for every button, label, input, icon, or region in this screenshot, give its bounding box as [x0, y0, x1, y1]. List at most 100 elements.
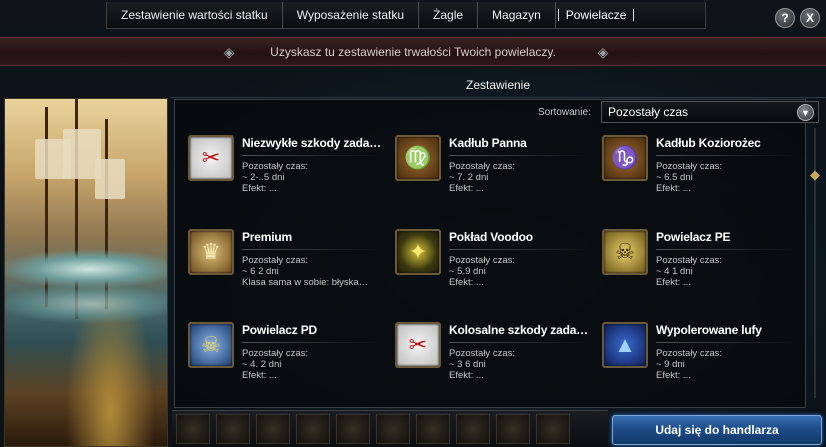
- time-label: Pozostały czas:: [656, 255, 722, 266]
- colossal-damage-icon: ✂: [395, 322, 441, 368]
- multiplier-item[interactable]: ✂ Kolosalne szkody zada… Pozostały czas:…: [381, 322, 589, 408]
- multiplier-item[interactable]: ▲ Wypolerowane lufy Pozostały czas: ~ 9 …: [588, 322, 796, 408]
- voodoo-icon: ✦: [395, 229, 441, 275]
- chevron-down-icon[interactable]: ▼: [797, 104, 814, 121]
- time-label: Pozostały czas:: [242, 161, 308, 172]
- sort-label: Sortowanie:: [538, 107, 591, 118]
- time-label: Pozostały czas:: [449, 348, 515, 359]
- inventory-slot[interactable]: [336, 414, 370, 444]
- time-label: Pozostały czas:: [449, 161, 515, 172]
- effect-text: Efekt: ...: [242, 370, 277, 381]
- skull-blue-icon: ☠: [188, 322, 234, 368]
- effect-text: Efekt: ...: [449, 183, 484, 194]
- multiplier-item[interactable]: ♛ Premium Pozostały czas: ~ 6 2 dni Klas…: [174, 229, 382, 315]
- divider: [242, 155, 382, 156]
- damage-icon: ✂: [188, 135, 234, 181]
- inventory-bar: [172, 410, 608, 447]
- virgo-icon: ♍: [395, 135, 441, 181]
- item-name: Kadłub Panna: [449, 136, 527, 150]
- time-label: Pozostały czas:: [656, 161, 722, 172]
- divider: [449, 249, 589, 250]
- polished-barrel-icon: ▲: [602, 322, 648, 368]
- sort-selected-value: Pozostały czas: [608, 105, 689, 119]
- tab-multipliers[interactable]: Powielacze: [556, 2, 637, 28]
- effect-text: Efekt: ...: [656, 183, 691, 194]
- tab-bar: Zestawienie wartości statku Wyposażenie …: [106, 2, 706, 29]
- diamond-icon: ◈: [597, 44, 609, 60]
- multiplier-item[interactable]: ☠ Powielacz PE Pozostały czas: ~ 4 1 dni…: [588, 229, 796, 315]
- time-label: Pozostały czas:: [242, 348, 308, 359]
- effect-text: Efekt: ...: [656, 277, 691, 288]
- inventory-slot[interactable]: [416, 414, 450, 444]
- item-name: Niezwykłe szkody zada…: [242, 136, 381, 150]
- multiplier-item[interactable]: ✂ Niezwykłe szkody zada… Pozostały czas:…: [174, 135, 382, 221]
- info-banner: ◈ Uzyskasz tu zestawienie trwałości Twoi…: [0, 37, 826, 66]
- time-value: ~ 2-..5 dni: [242, 172, 285, 183]
- item-name: Kadłub Koziorożec: [656, 136, 761, 150]
- divider: [242, 249, 382, 250]
- effect-text: Efekt: ...: [449, 277, 484, 288]
- time-label: Pozostały czas:: [449, 255, 515, 266]
- item-name: Wypolerowane lufy: [656, 323, 762, 337]
- time-value: ~ 6.5 dni: [656, 172, 693, 183]
- ship-artwork: [4, 98, 168, 447]
- effect-text: Klasa sama w sobie: błyska…: [242, 277, 369, 288]
- skull-gold-icon: ☠: [602, 229, 648, 275]
- tab-sails[interactable]: Żagle: [419, 2, 479, 28]
- capricorn-icon: ♑: [602, 135, 648, 181]
- item-name: Pokład Voodoo: [449, 230, 533, 244]
- inventory-slot[interactable]: [256, 414, 290, 444]
- inventory-slot[interactable]: [456, 414, 490, 444]
- item-name: Premium: [242, 230, 292, 244]
- effect-text: Efekt: ...: [656, 370, 691, 381]
- effect-text: Efekt: ...: [449, 370, 484, 381]
- item-name: Kolosalne szkody zada…: [449, 323, 588, 337]
- divider: [242, 342, 382, 343]
- sort-row: Sortowanie: Pozostały czas ▼: [174, 100, 824, 125]
- tab-ship-value[interactable]: Zestawienie wartości statku: [107, 2, 283, 28]
- wave-shape: [5, 284, 167, 324]
- multiplier-item[interactable]: ♑ Kadłub Koziorożec Pozostały czas: ~ 6.…: [588, 135, 796, 221]
- multiplier-item[interactable]: ♍ Kadłub Panna Pozostały czas: ~ 7. 2 dn…: [381, 135, 589, 221]
- item-name: Powielacz PE: [656, 230, 731, 244]
- divider: [656, 249, 796, 250]
- time-value: ~ 3 6 dni: [449, 359, 486, 370]
- effect-text: Efekt: ...: [242, 183, 277, 194]
- time-value: ~ 4 1 dni: [656, 266, 693, 277]
- time-value: ~ 9 dni: [656, 359, 685, 370]
- banner-text: Uzyskasz tu zestawienie trwałości Twoich…: [270, 44, 556, 59]
- inventory-slot[interactable]: [216, 414, 250, 444]
- section-header: Zestawienie: [170, 72, 826, 98]
- time-value: ~ 4. 2 dni: [242, 359, 282, 370]
- time-value: ~ 5.9 dni: [449, 266, 486, 277]
- wave-shape: [5, 249, 167, 289]
- time-value: ~ 7. 2 dni: [449, 172, 489, 183]
- inventory-slot[interactable]: [496, 414, 530, 444]
- close-button[interactable]: X: [800, 8, 820, 28]
- section-title: Zestawienie: [465, 77, 531, 92]
- sort-select[interactable]: Pozostały czas ▼: [601, 101, 819, 123]
- divider: [656, 155, 796, 156]
- inventory-slot[interactable]: [536, 414, 570, 444]
- time-label: Pozostały czas:: [656, 348, 722, 359]
- go-to-dealer-button[interactable]: Udaj się do handlarza: [612, 415, 822, 445]
- multiplier-item[interactable]: ☠ Powielacz PD Pozostały czas: ~ 4. 2 dn…: [174, 322, 382, 408]
- time-value: ~ 6 2 dni: [242, 266, 279, 277]
- sail-shape: [95, 159, 125, 199]
- diamond-icon: ◈: [223, 44, 235, 60]
- inventory-slot[interactable]: [176, 414, 210, 444]
- inventory-slot[interactable]: [296, 414, 330, 444]
- item-name: Powielacz PD: [242, 323, 317, 337]
- help-button[interactable]: ?: [775, 8, 795, 28]
- time-label: Pozostały czas:: [242, 255, 308, 266]
- inventory-slot[interactable]: [376, 414, 410, 444]
- divider: [656, 342, 796, 343]
- divider: [449, 342, 589, 343]
- scrollbar-thumb[interactable]: ◆: [808, 166, 822, 184]
- scrollbar[interactable]: ◆: [808, 128, 822, 398]
- premium-crest-icon: ♛: [188, 229, 234, 275]
- divider: [449, 155, 589, 156]
- tab-storage[interactable]: Magazyn: [478, 2, 556, 28]
- multiplier-item[interactable]: ✦ Pokład Voodoo Pozostały czas: ~ 5.9 dn…: [381, 229, 589, 315]
- tab-ship-equipment[interactable]: Wyposażenie statku: [283, 2, 420, 28]
